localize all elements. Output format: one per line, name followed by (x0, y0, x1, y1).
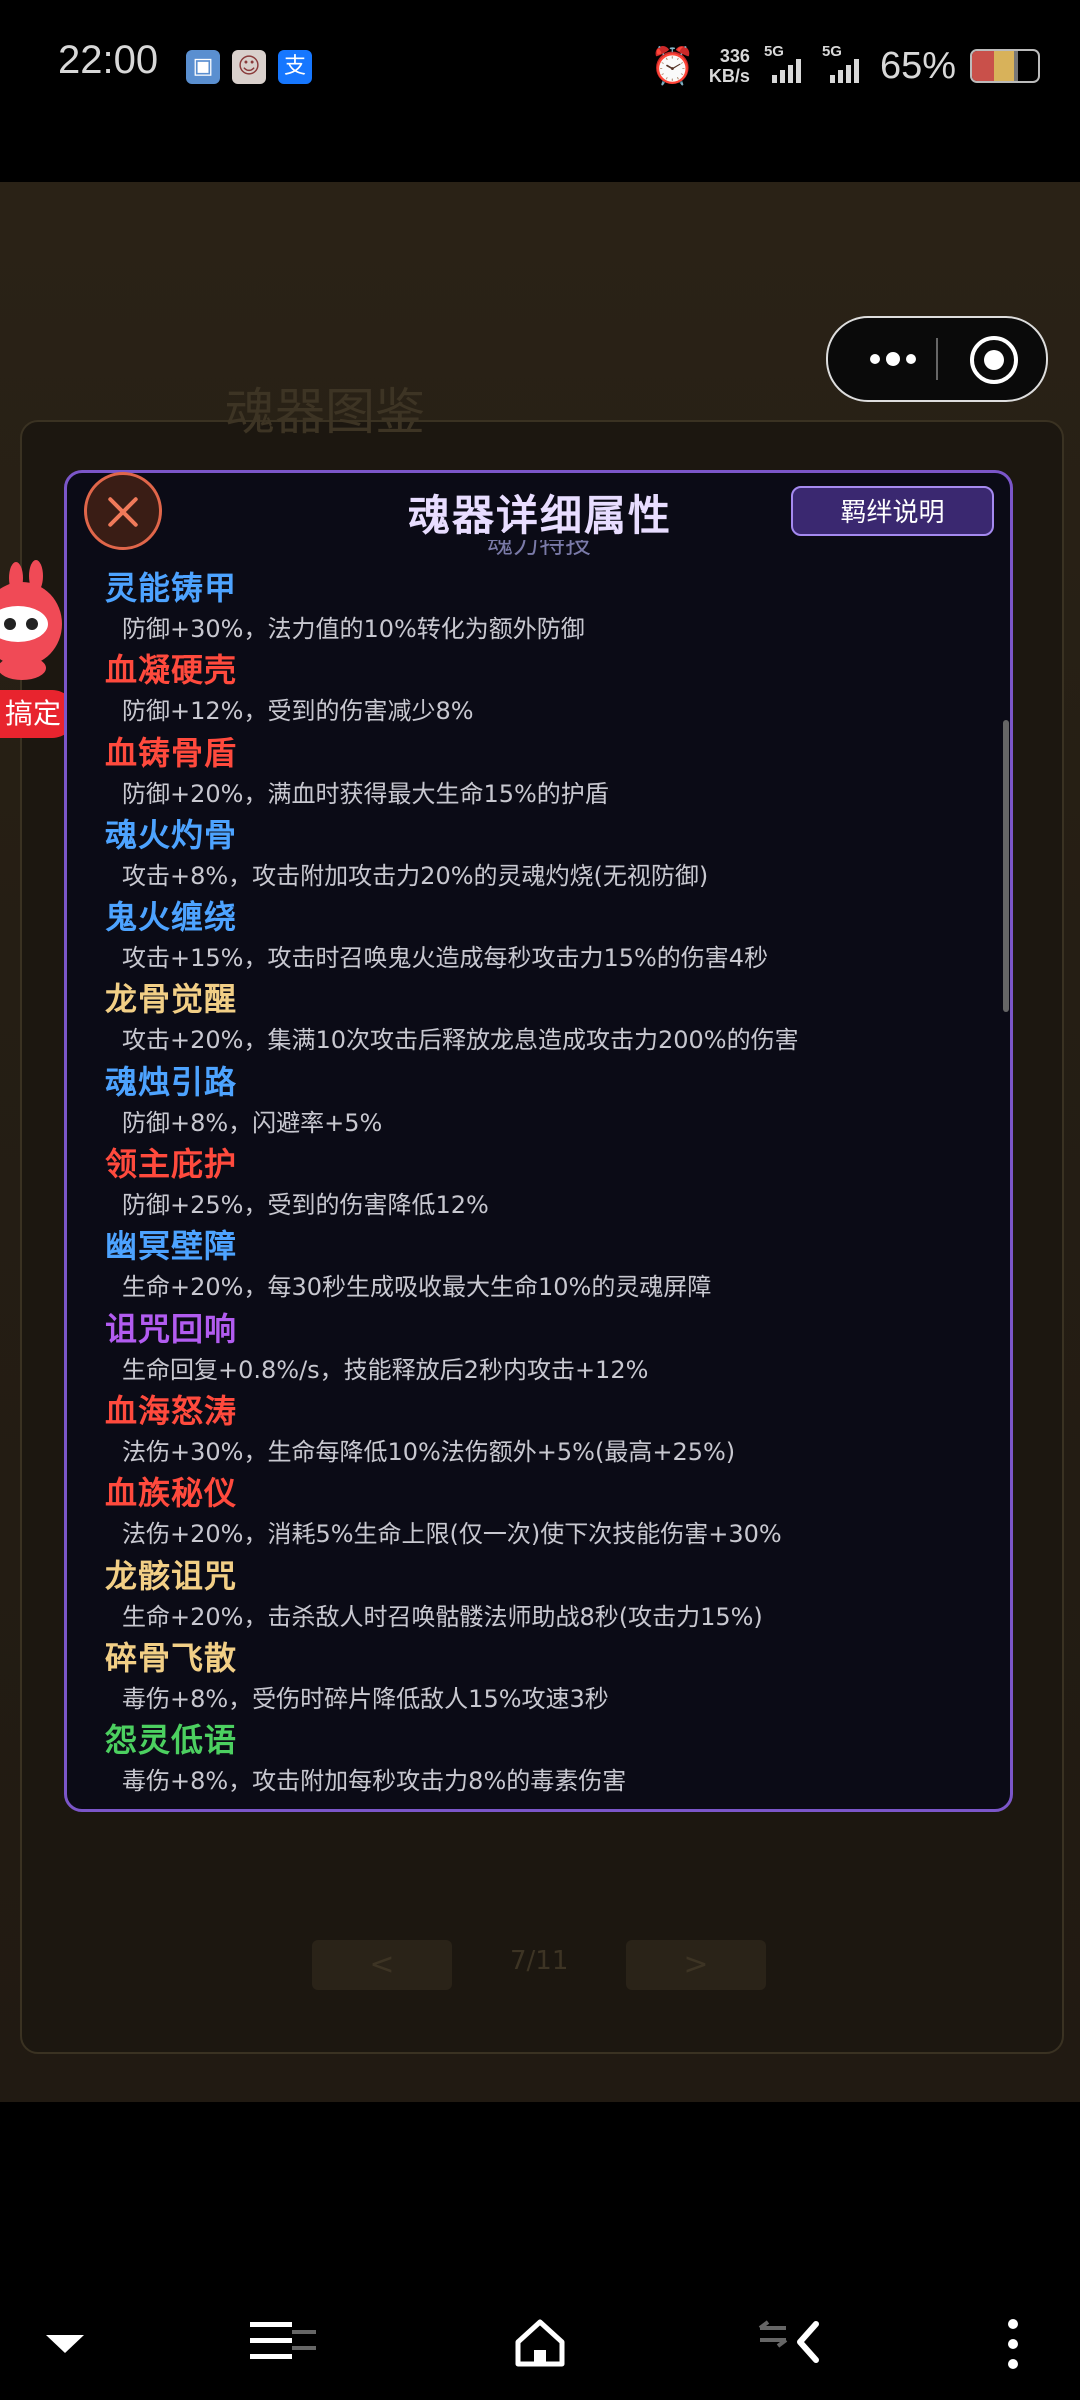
attribute-item: 领主庇护防御+25%，受到的伤害降低12% (105, 1142, 985, 1224)
more-vertical-icon[interactable] (1003, 2316, 1023, 2372)
miniprogram-capsule (826, 316, 1048, 402)
net-speed-value: 336 (719, 46, 750, 66)
sim1-label: 5G (763, 43, 784, 60)
menu-icon[interactable] (246, 2318, 326, 2368)
status-time: 22:00 (58, 38, 159, 82)
attribute-item: 诅咒回响生命回复+0.8%/s，技能释放后2秒内攻击+12% (105, 1307, 985, 1389)
attribute-description: 防御+20%，满血时获得最大生命15%的护盾 (122, 779, 609, 808)
net-speed: 336 KB/s (709, 46, 750, 86)
attribute-name: 魂烛引路 (105, 1062, 238, 1101)
attribute-name: 幽冥壁障 (105, 1227, 238, 1266)
attribute-description: 防御+8%，闪避率+5% (122, 1108, 383, 1137)
attribute-name: 诅咒回响 (105, 1309, 238, 1348)
status-indicators: ⏰ 336 KB/s 5G 5G 65% (650, 36, 1040, 96)
attribute-name: 怨灵低语 (105, 1721, 238, 1760)
modal-scrollbar[interactable] (1003, 720, 1009, 1012)
attribute-description: 攻击+20%，集满10次攻击后释放龙息造成攻击力200%的伤害 (122, 1026, 799, 1055)
battery-percent: 65% (879, 44, 956, 87)
bond-explanation-button[interactable]: 羁绊说明 (791, 486, 994, 536)
attribute-item: 魂火灼骨攻击+8%，攻击附加攻击力20%的灵魂灼烧(无视防御) (105, 813, 985, 895)
battery-icon (970, 49, 1040, 83)
attribute-description: 攻击+8%，攻击附加攻击力20%的灵魂灼烧(无视防御) (122, 861, 709, 890)
status-bar: 22:00 ▣ ☺ 支 ⏰ 336 KB/s 5G 5G 65% (0, 0, 1080, 130)
capsule-divider (936, 338, 938, 380)
attribute-item: 鬼火缠绕攻击+15%，攻击时召唤鬼火造成每秒攻击力15%的伤害4秒 (105, 895, 985, 977)
sim2-label: 5G (821, 43, 842, 60)
alarm-icon: ⏰ (650, 45, 695, 86)
close-miniprogram-icon[interactable] (970, 336, 1018, 384)
home-icon[interactable] (514, 2318, 566, 2368)
partial-subtitle: 魂力特技 (487, 540, 597, 558)
attribute-name: 龙骨觉醒 (105, 980, 238, 1019)
attribute-name: 领主庇护 (105, 1145, 238, 1184)
attribute-description: 毒伤+8%，攻击附加每秒攻击力8%的毒素伤害 (122, 1767, 627, 1796)
attribute-name: 血铸骨盾 (105, 733, 238, 772)
attribute-list[interactable]: 灵能铸甲防御+30%，法力值的10%转化为额外防御血凝硬壳防御+12%，受到的伤… (105, 566, 985, 1800)
signal-1-icon: 5G (764, 43, 808, 83)
attribute-item: 魂烛引路防御+8%，闪避率+5% (105, 1060, 985, 1142)
attribute-item: 碎骨飞散毒伤+8%，受伤时碎片降低敌人15%攻速3秒 (105, 1636, 985, 1718)
attribute-item: 幽冥壁障生命+20%，每30秒生成吸收最大生命10%的灵魂屏障 (105, 1224, 985, 1306)
alipay-app-icon: 支 (278, 50, 312, 84)
attribute-description: 法伤+20%，消耗5%生命上限(仅一次)使下次技能伤害+30% (122, 1520, 782, 1549)
background-title: 魂器图鉴 (225, 383, 425, 441)
attribute-item: 血海怒涛法伤+30%，生命每降低10%法伤额外+5%(最高+25%) (105, 1389, 985, 1471)
attribute-name: 碎骨飞散 (105, 1638, 238, 1677)
attribute-item: 血凝硬壳防御+12%，受到的伤害减少8% (105, 648, 985, 730)
attribute-description: 攻击+15%，攻击时召唤鬼火造成每秒攻击力15%的伤害4秒 (122, 944, 769, 973)
attribute-item: 怨灵低语毒伤+8%，攻击附加每秒攻击力8%的毒素伤害 (105, 1718, 985, 1800)
background-prev-button: < (312, 1940, 452, 1990)
attribute-item: 龙骨觉醒攻击+20%，集满10次攻击后释放龙息造成攻击力200%的伤害 (105, 977, 985, 1059)
attribute-name: 魂火灼骨 (105, 815, 238, 854)
attribute-description: 生命+20%，击杀敌人时召唤骷髅法师助战8秒(攻击力15%) (122, 1602, 763, 1631)
signal-2-icon: 5G (822, 43, 866, 83)
attribute-name: 龙骸诅咒 (105, 1556, 238, 1595)
attribute-item: 血铸骨盾防御+20%，满血时获得最大生命15%的护盾 (105, 731, 985, 813)
chevron-down-icon[interactable] (44, 2333, 86, 2357)
attribute-name: 鬼火缠绕 (105, 898, 238, 937)
partial-subtitle-text: 魂力特技 (487, 540, 592, 558)
attribute-description: 防御+25%，受到的伤害降低12% (122, 1191, 489, 1220)
attribute-item: 灵能铸甲防御+30%，法力值的10%转化为额外防御 (105, 566, 985, 648)
attribute-description: 生命+20%，每30秒生成吸收最大生命10%的灵魂屏障 (122, 1273, 712, 1302)
avatar-app-icon: ☺ (232, 50, 266, 84)
attribute-item: 龙骸诅咒生命+20%，击杀敌人时召唤骷髅法师助战8秒(攻击力15%) (105, 1554, 985, 1636)
attribute-description: 法伤+30%，生命每降低10%法伤额外+5%(最高+25%) (122, 1437, 736, 1466)
attribute-description: 生命回复+0.8%/s，技能释放后2秒内攻击+12% (122, 1355, 649, 1384)
background-page-indicator: 7/11 (510, 1946, 569, 1976)
attribute-description: 毒伤+8%，受伤时碎片降低敌人15%攻速3秒 (122, 1684, 609, 1713)
attribute-description: 防御+30%，法力值的10%转化为额外防御 (122, 615, 585, 643)
attribute-item: 血族秘仪法伤+20%，消耗5%生命上限(仅一次)使下次技能伤害+30% (105, 1471, 985, 1553)
background-next-button: > (626, 1940, 766, 1990)
gallery-app-icon: ▣ (186, 50, 220, 84)
attribute-name: 血凝硬壳 (105, 651, 238, 690)
net-speed-unit: KB/s (708, 66, 750, 86)
attribute-name: 血族秘仪 (105, 1474, 238, 1513)
attribute-name: 血海怒涛 (105, 1391, 238, 1430)
back-icon[interactable] (756, 2318, 826, 2368)
more-options-icon[interactable] (858, 342, 928, 376)
attribute-name: 灵能铸甲 (105, 569, 238, 607)
attribute-description: 防御+12%，受到的伤害减少8% (122, 697, 474, 726)
mascot-icon[interactable] (0, 552, 62, 682)
